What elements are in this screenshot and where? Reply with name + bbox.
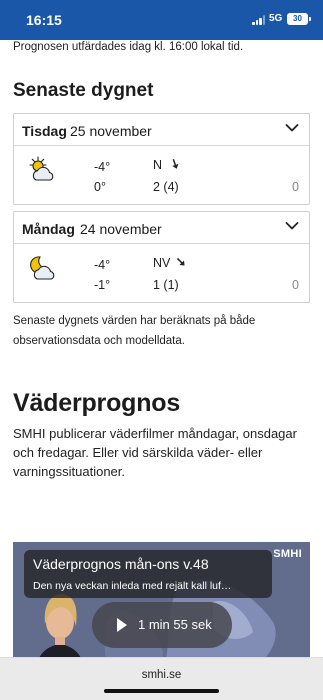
temp-min: 0° [94,180,106,194]
day-name: Tisdag [22,123,67,139]
day-card-tuesday: Tisdag 25 november -4° 0° N 2 (4) 0 [13,113,310,205]
recent-day-heading: Senaste dygnet [13,80,154,101]
cellular-signal-icon [252,15,266,25]
video-subtitle: Den nya veckan inleda med rejält kall lu… [33,580,232,592]
day-card-monday: Måndag 24 november -4° -1° NV 1 (1) 0 [13,211,310,303]
status-time: 16:15 [26,12,62,28]
chevron-down-icon[interactable] [285,221,299,231]
day-name: Måndag [22,221,75,237]
battery-level: 30 [293,14,302,23]
moon-behind-cloud-icon [30,256,55,280]
day-card-header[interactable]: Tisdag 25 november [14,114,309,146]
play-icon [117,618,127,632]
temp-max: -4° [94,160,111,174]
temp-max: -4° [94,258,111,272]
data-source-note: Senaste dygnets värden har beräknats på … [13,315,256,347]
chevron-down-icon[interactable] [285,123,299,133]
status-bar: 16:15 5G 30 [0,0,323,40]
wind-speed: 1 (1) [153,278,179,292]
home-indicator[interactable] [104,689,219,693]
wind-direction: N [153,158,163,172]
url-text[interactable]: smhi.se [0,669,323,681]
forecast-heading: Väderprognos [13,389,181,417]
precipitation: 0 [292,180,299,194]
day-date: 25 november [70,123,152,139]
forecast-issued-text: Prognosen utfärdades idag kl. 16:00 loka… [13,41,244,53]
video-duration: 1 min 55 sek [138,617,212,632]
video-caption: Väderprognos mån-ons v.48 Den nya veckan… [24,550,272,598]
wind-direction: NV [153,256,171,270]
day-date: 24 november [80,221,162,237]
wind-arrow-icon [176,257,185,266]
smhi-logo: SMHI [273,548,302,560]
temp-min: -1° [94,278,111,292]
forecast-video-player[interactable]: Väderprognos mån-ons v.48 Den nya veckan… [13,542,310,672]
forecast-description: SMHI publicerar väderfilmer måndagar, on… [13,426,297,479]
browser-url-bar[interactable]: smhi.se [0,657,323,700]
precipitation: 0 [292,278,299,292]
play-button[interactable]: 1 min 55 sek [92,602,232,648]
wind-speed: 2 (4) [153,180,179,194]
network-type: 5G [269,13,283,24]
battery-icon: 30 [287,13,311,25]
day-card-header[interactable]: Måndag 24 november [14,212,309,244]
wind-arrow-icon [172,159,179,169]
sun-behind-cloud-icon [29,156,54,181]
video-title: Väderprognos mån-ons v.48 [33,556,209,572]
